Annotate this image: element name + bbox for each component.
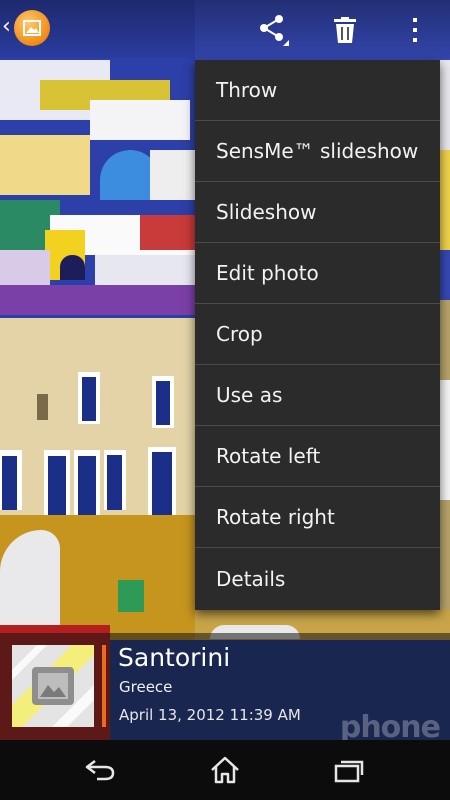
overflow-menu: Throw SensMe™ slideshow Slideshow Edit p… xyxy=(195,60,440,610)
accent-bar xyxy=(102,645,106,727)
location-map-thumbnail[interactable] xyxy=(12,645,94,727)
share-icon[interactable] xyxy=(252,10,292,50)
overflow-menu-icon[interactable] xyxy=(395,10,435,50)
menu-item-sensme-slideshow[interactable]: SensMe™ slideshow xyxy=(195,121,440,182)
map-placeholder-icon xyxy=(12,645,94,727)
place-title: Santorini xyxy=(118,643,231,672)
back-arrow-icon[interactable]: ‹ xyxy=(2,16,11,38)
menu-item-edit-photo[interactable]: Edit photo xyxy=(195,243,440,304)
album-app-icon[interactable] xyxy=(14,10,50,46)
menu-item-crop[interactable]: Crop xyxy=(195,304,440,365)
recent-apps-icon[interactable] xyxy=(325,752,375,788)
menu-item-use-as[interactable]: Use as xyxy=(195,365,440,426)
menu-item-throw[interactable]: Throw xyxy=(195,60,440,121)
navigation-bar xyxy=(0,740,450,800)
country-label: Greece xyxy=(119,678,173,696)
menu-item-details[interactable]: Details xyxy=(195,548,440,609)
menu-item-rotate-left[interactable]: Rotate left xyxy=(195,426,440,487)
menu-item-rotate-right[interactable]: Rotate right xyxy=(195,487,440,548)
action-bar: ‹ xyxy=(0,0,450,58)
menu-item-slideshow[interactable]: Slideshow xyxy=(195,182,440,243)
home-icon[interactable] xyxy=(200,752,250,788)
photo-datetime: April 13, 2012 11:39 AM xyxy=(119,706,301,724)
trash-icon[interactable] xyxy=(325,10,365,50)
nav-back-icon[interactable] xyxy=(75,752,125,788)
